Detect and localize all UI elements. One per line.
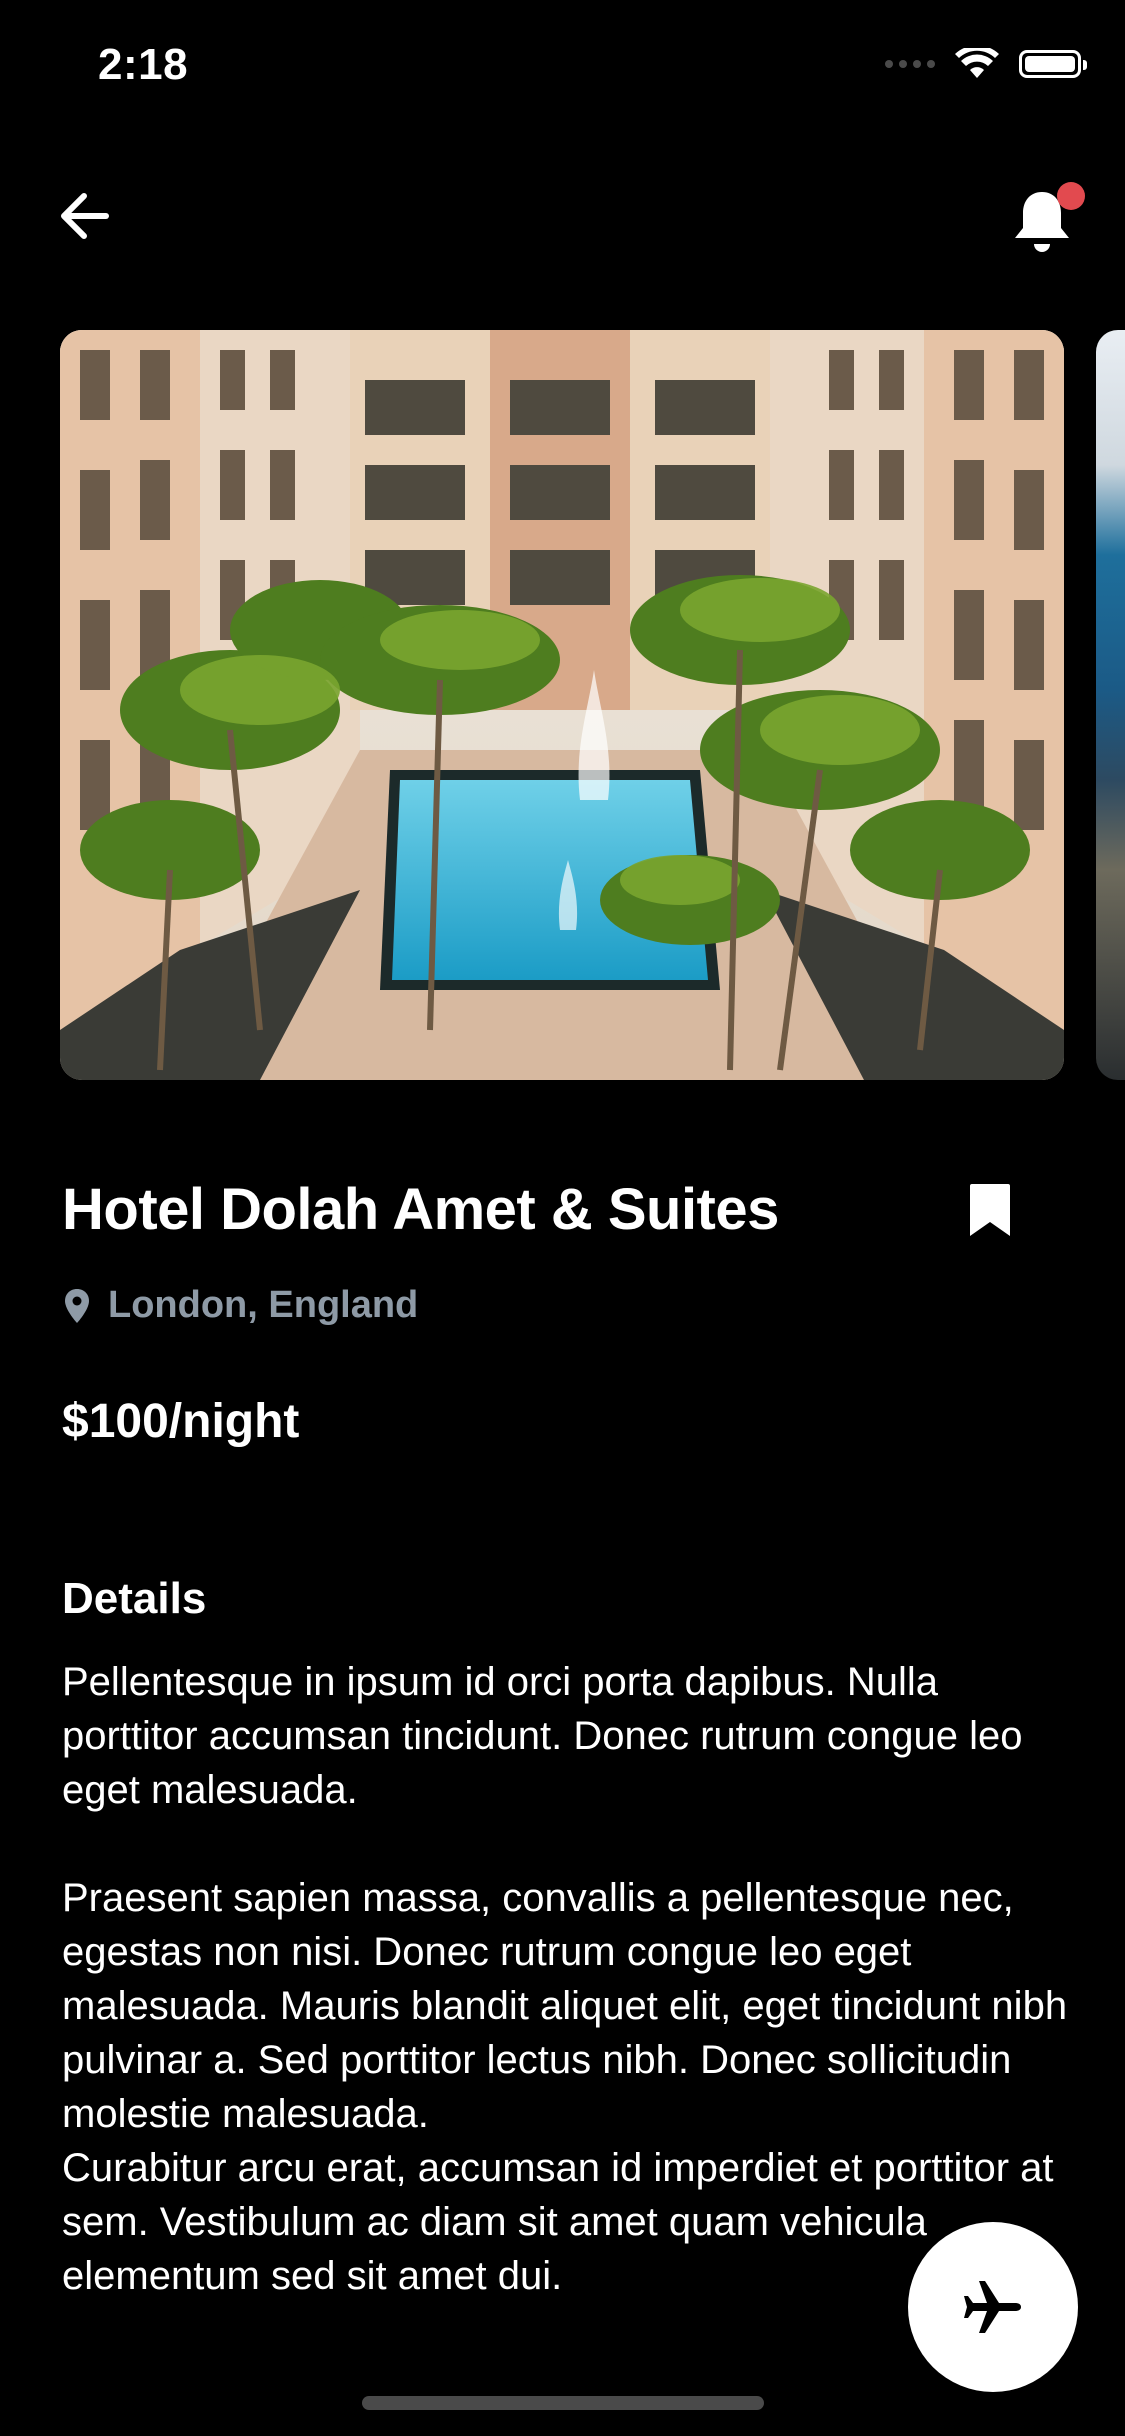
book-flight-button[interactable] [908,2222,1078,2392]
wifi-icon [955,48,999,78]
status-indicators [885,48,1087,80]
hotel-name: Hotel Dolah Amet & Suites [62,1177,779,1242]
cellular-signal-icon [885,60,935,68]
hotel-location: London, England [64,1284,418,1327]
details-heading: Details [62,1574,207,1623]
notification-badge [1057,182,1085,210]
details-description: Pellentesque in ipsum id orci porta dapi… [62,1655,1072,2303]
airplane-icon [964,2281,1021,2333]
details-paragraph: Praesent sapien massa, convallis a pelle… [62,1876,1068,2136]
location-label: London, England [108,1284,419,1326]
hotel-price: $100/night [62,1395,300,1448]
bookmark-button[interactable] [968,1182,1020,1242]
arrow-left-icon [61,193,109,239]
hotel-photo[interactable] [60,330,1064,1080]
location-pin-icon [65,1288,89,1323]
back-button[interactable] [52,184,116,248]
next-photo-preview[interactable] [1096,330,1125,1080]
notifications-button[interactable] [1007,176,1087,256]
status-time: 2:18 [98,40,189,89]
details-paragraph: Pellentesque in ipsum id orci porta dapi… [62,1660,1023,1812]
hotel-courtyard-image [60,330,1064,1080]
bookmark-icon [970,1184,1010,1236]
battery-icon [1019,50,1087,78]
home-indicator[interactable] [362,2396,764,2410]
photo-carousel[interactable] [60,330,1125,1080]
